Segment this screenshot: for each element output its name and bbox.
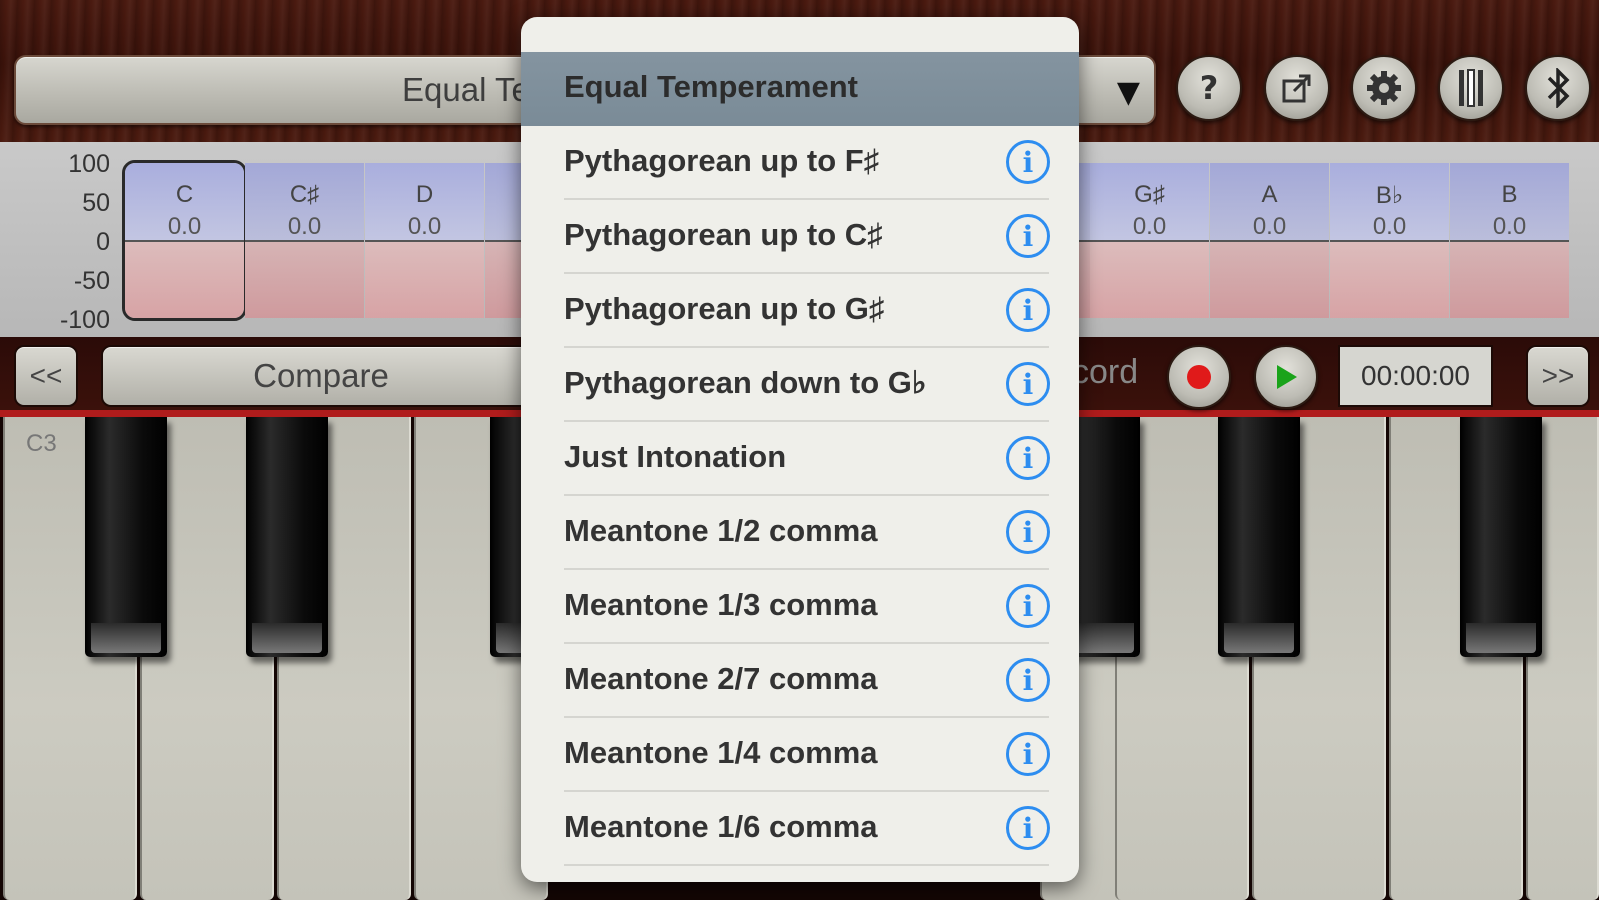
note-name: G♯ — [1134, 181, 1165, 208]
black-key[interactable] — [1460, 417, 1542, 657]
temperament-dropdown: Equal Temperament Pythagorean up to F♯ i… — [521, 17, 1079, 882]
time-display: 00:00:00 — [1338, 345, 1493, 407]
note-offset: 0.0 — [167, 213, 202, 240]
record-icon — [1187, 365, 1211, 389]
note-offset: 0.0 — [1372, 213, 1407, 240]
octave-label: C3 — [26, 430, 57, 457]
note-name: B — [1501, 181, 1518, 208]
note-offset: 0.0 — [1252, 213, 1287, 240]
dropdown-option-label: Meantone 1/6 comma — [564, 809, 878, 844]
bluetooth-icon — [1547, 68, 1570, 108]
note-offset: 0.0 — [1132, 213, 1167, 240]
play-button[interactable] — [1254, 345, 1318, 409]
note-name: C — [175, 181, 194, 208]
dropdown-option-label: Pythagorean up to F♯ — [564, 143, 880, 178]
note-offset: 0.0 — [287, 213, 322, 240]
note-offset: 0.0 — [407, 213, 442, 240]
dropdown-option[interactable]: Pythagorean up to G♯ i — [521, 274, 1079, 348]
dropdown-option[interactable]: Meantone 1/2 comma i — [521, 496, 1079, 570]
note-cell-c[interactable]: C 0.0 — [122, 160, 247, 321]
dropdown-option[interactable]: Meantone 2/7 comma i — [521, 644, 1079, 718]
dropdown-option[interactable]: Meantone 1/4 comma i — [521, 718, 1079, 792]
dropdown-option-label: Meantone 1/4 comma — [564, 735, 878, 770]
bluetooth-button[interactable] — [1525, 55, 1591, 121]
tuning-fork-icon — [1459, 69, 1483, 107]
note-name: B♭ — [1375, 182, 1404, 209]
note-cell-b[interactable]: B 0.0 — [1450, 163, 1569, 318]
info-icon[interactable]: i — [1006, 140, 1050, 184]
dropdown-option-label: Pythagorean up to C♯ — [564, 217, 883, 252]
black-key[interactable] — [1218, 417, 1300, 657]
axis-label: 50 — [82, 189, 110, 217]
dropdown-option-label: Just Intonation — [564, 439, 787, 474]
dropdown-option-label: Meantone 1/3 comma — [564, 587, 878, 622]
gear-icon — [1367, 71, 1401, 105]
info-icon[interactable]: i — [1006, 658, 1050, 702]
axis-label: 100 — [68, 150, 110, 178]
note-cell-a[interactable]: A 0.0 — [1210, 163, 1329, 318]
note-cell-c-sharp[interactable]: C♯ 0.0 — [245, 163, 364, 318]
axis-label: -100 — [59, 306, 110, 334]
next-octave-button[interactable]: >> — [1526, 345, 1590, 407]
note-name: D — [415, 181, 434, 208]
dropdown-option-label: Meantone 2/7 comma — [564, 661, 878, 696]
info-icon[interactable]: i — [1006, 510, 1050, 554]
share-button[interactable] — [1264, 55, 1330, 121]
sounds-button[interactable] — [1438, 55, 1504, 121]
dropdown-option-label: Pythagorean up to G♯ — [564, 291, 885, 326]
info-icon[interactable]: i — [1006, 362, 1050, 406]
info-icon[interactable]: i — [1006, 584, 1050, 628]
dropdown-option[interactable]: Just Intonation i — [521, 422, 1079, 496]
dropdown-option[interactable]: Pythagorean up to F♯ i — [521, 126, 1079, 200]
dropdown-option[interactable]: Pythagorean up to C♯ i — [521, 200, 1079, 274]
chevron-down-icon: ▼ — [1116, 75, 1140, 110]
dropdown-option-label: Pythagorean down to G♭ — [564, 365, 927, 400]
black-key[interactable] — [85, 417, 167, 657]
axis-label: 0 — [96, 228, 110, 256]
info-icon[interactable]: i — [1006, 436, 1050, 480]
axis-label: -50 — [73, 267, 110, 295]
dropdown-option[interactable]: Pythagorean down to G♭ i — [521, 348, 1079, 422]
record-label: cord — [1072, 353, 1139, 391]
note-offset: 0.0 — [1492, 213, 1527, 240]
info-icon[interactable]: i — [1006, 214, 1050, 258]
black-key[interactable] — [246, 417, 328, 657]
info-icon[interactable]: i — [1006, 732, 1050, 776]
play-icon — [1277, 365, 1297, 389]
compare-button[interactable]: Compare — [101, 345, 541, 407]
help-button[interactable]: ? — [1176, 55, 1242, 121]
note-cell-b-flat[interactable]: B♭ 0.0 — [1330, 163, 1449, 318]
dropdown-option-label: Equal Temperament — [564, 69, 859, 104]
dropdown-option[interactable]: Meantone 1/3 comma i — [521, 570, 1079, 644]
info-icon[interactable]: i — [1006, 806, 1050, 850]
previous-octave-button[interactable]: << — [14, 345, 78, 407]
note-cell-g-sharp[interactable]: G♯ 0.0 — [1090, 163, 1209, 318]
record-button[interactable] — [1167, 345, 1231, 409]
dropdown-option[interactable]: Meantone 1/6 comma i — [521, 792, 1079, 866]
dropdown-option-selected[interactable]: Equal Temperament — [521, 52, 1079, 126]
settings-button[interactable] — [1351, 55, 1417, 121]
dropdown-option-label: Meantone 1/2 comma — [564, 513, 878, 548]
question-icon: ? — [1199, 69, 1219, 107]
info-icon[interactable]: i — [1006, 288, 1050, 332]
note-name: A — [1261, 181, 1278, 208]
note-name: C♯ — [289, 181, 320, 208]
note-cell-d[interactable]: D 0.0 — [365, 163, 484, 318]
share-icon — [1282, 74, 1311, 103]
